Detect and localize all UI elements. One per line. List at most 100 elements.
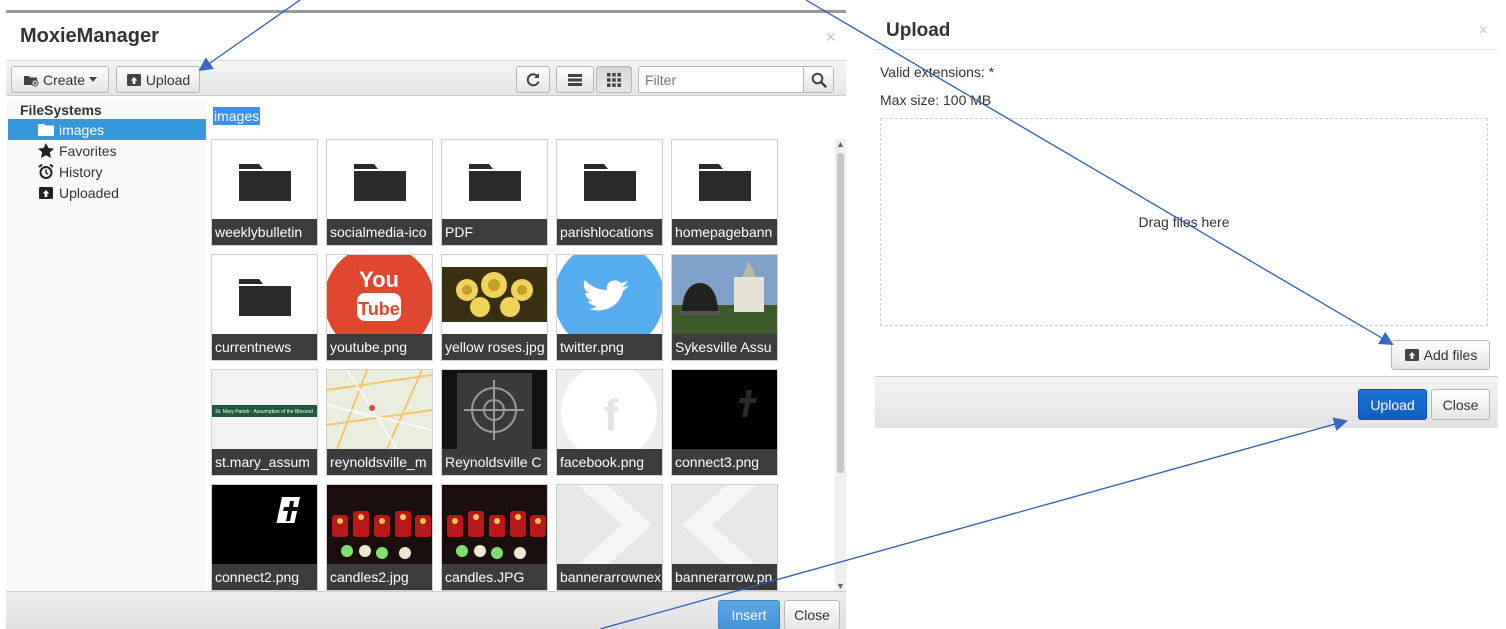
sidebar-item-favorites[interactable]: Favorites: [6, 140, 206, 161]
file-tile[interactable]: connect2.png: [211, 484, 318, 591]
refresh-icon: [526, 72, 540, 86]
image-thumbnail: You Tube: [327, 255, 432, 334]
sidebar-heading: FileSystems: [20, 102, 102, 118]
scroll-thumb[interactable]: [837, 153, 844, 473]
image-thumbnail: [557, 485, 662, 564]
file-name: parishlocations: [557, 219, 662, 245]
sidebar-item-history[interactable]: History: [6, 161, 206, 182]
file-tile[interactable]: bannerarrownex: [556, 484, 663, 591]
upload-label: Upload: [145, 71, 191, 88]
sidebar-item-label: History: [59, 163, 103, 180]
file-tile[interactable]: St. Mary Parish · Assumption of the Bles…: [211, 369, 318, 476]
file-tile[interactable]: socialmedia-ico: [326, 139, 433, 246]
close-button[interactable]: Close: [784, 600, 840, 629]
file-tile[interactable]: You Tube youtube.png: [326, 254, 433, 361]
scroll-down-icon[interactable]: ▼: [836, 581, 845, 591]
file-tile[interactable]: currentnews: [211, 254, 318, 361]
svg-text:f: f: [604, 391, 619, 440]
image-thumbnail: [442, 370, 547, 449]
file-tile[interactable]: parishlocations: [556, 139, 663, 246]
thumbnail-view-button[interactable]: [596, 66, 632, 93]
file-area: images weeklybulletin socialmedia-ico PDF p…: [209, 99, 846, 591]
file-grid-scrollbar[interactable]: ▲ ▼: [835, 139, 846, 591]
file-name: reynoldsville_m: [327, 449, 432, 475]
file-tile[interactable]: Reynoldsville C: [441, 369, 548, 476]
file-name: currentnews: [212, 334, 317, 360]
upload-box-icon: [1404, 349, 1419, 361]
upload-close-button[interactable]: Close: [1431, 389, 1490, 420]
filter-search-button[interactable]: [803, 67, 833, 92]
file-name: homepagebann: [672, 219, 777, 245]
upload-submit-button[interactable]: Upload: [1358, 389, 1427, 420]
moxiemanager-window: MoxieManager × Create Upload Filter File…: [6, 10, 846, 629]
add-files-label: Add files: [1423, 347, 1478, 363]
folder-open-icon: [38, 123, 54, 137]
filter-input[interactable]: [639, 67, 804, 92]
scroll-up-icon[interactable]: ▲: [836, 139, 845, 149]
image-thumbnail: [212, 485, 317, 564]
image-thumbnail: [672, 485, 777, 564]
file-tile[interactable]: weeklybulletin: [211, 139, 318, 246]
file-name: socialmedia-ico: [327, 219, 432, 245]
star-icon: [38, 143, 54, 158]
file-name: Sykesville Assu: [672, 334, 777, 360]
svg-text:You: You: [359, 267, 399, 292]
file-name: PDF: [442, 219, 547, 245]
sidebar-item-label: Favorites: [59, 142, 117, 159]
image-thumbnail: [557, 255, 662, 334]
breadcrumb[interactable]: images: [213, 107, 261, 125]
file-name: Reynoldsville C: [442, 449, 547, 475]
file-tile[interactable]: candles.JPG: [441, 484, 548, 591]
file-tile[interactable]: bannerarrow.pn: [671, 484, 778, 591]
file-tile[interactable]: twitter.png: [556, 254, 663, 361]
svg-text:St. Mary Parish · Assumption o: St. Mary Parish · Assumption of the Bles…: [215, 409, 313, 415]
folder-icon: [212, 255, 317, 334]
file-tile[interactable]: candles2.jpg: [326, 484, 433, 591]
upload-button[interactable]: Upload: [116, 66, 200, 93]
file-name: connect2.png: [212, 564, 317, 590]
close-icon[interactable]: ×: [825, 27, 836, 48]
file-name: youtube.png: [327, 334, 432, 360]
folder-icon: [672, 140, 777, 219]
file-tile[interactable]: f facebook.png: [556, 369, 663, 476]
upload-dialog: Upload × Valid extensions: * Max size: 1…: [875, 10, 1498, 430]
insert-button[interactable]: Insert: [718, 600, 780, 629]
image-thumbnail: [327, 485, 432, 564]
image-thumbnail: f: [557, 370, 662, 449]
refresh-button[interactable]: [516, 66, 550, 93]
valid-extensions: Valid extensions: *: [880, 64, 995, 80]
toolbar: Create Upload: [6, 60, 846, 96]
upload-title: Upload: [886, 20, 951, 41]
image-thumbnail: [442, 485, 547, 564]
file-name: bannerarrow.pn: [672, 564, 777, 590]
drop-hint: Drag files here: [1138, 214, 1230, 230]
file-tile[interactable]: reynoldsville_m: [326, 369, 433, 476]
upload-box-icon: [38, 186, 54, 200]
file-name: yellow roses.jpg: [442, 334, 547, 360]
image-thumbnail: [672, 370, 777, 449]
folder-icon: [327, 140, 432, 219]
create-button[interactable]: Create: [11, 66, 109, 93]
file-tile[interactable]: yellow roses.jpg: [441, 254, 548, 361]
filesystem-sidebar: FileSystems images Favorites History Upl…: [6, 99, 206, 591]
close-icon[interactable]: ×: [1479, 22, 1488, 40]
list-view-button[interactable]: [556, 66, 594, 93]
file-grid: weeklybulletin socialmedia-ico PDF parishlo…: [211, 139, 831, 591]
file-name: weeklybulletin: [212, 219, 317, 245]
file-name: candles2.jpg: [327, 564, 432, 590]
file-tile[interactable]: connect3.png: [671, 369, 778, 476]
file-name: candles.JPG: [442, 564, 547, 590]
image-thumbnail: St. Mary Parish · Assumption of the Bles…: [212, 370, 317, 449]
sidebar-item-label: images: [59, 121, 105, 138]
image-thumbnail: [327, 370, 432, 449]
sidebar-item-uploaded[interactable]: Uploaded: [6, 182, 206, 203]
sidebar-item-images[interactable]: images: [8, 119, 206, 140]
svg-text:Tube: Tube: [358, 299, 400, 319]
folder-icon: [557, 140, 662, 219]
drop-zone[interactable]: Drag files here: [880, 118, 1488, 326]
file-tile[interactable]: Sykesville Assu: [671, 254, 778, 361]
file-name: bannerarrownex: [557, 564, 662, 590]
file-tile[interactable]: homepagebann: [671, 139, 778, 246]
add-files-button[interactable]: Add files: [1391, 340, 1490, 370]
file-tile[interactable]: PDF: [441, 139, 548, 246]
